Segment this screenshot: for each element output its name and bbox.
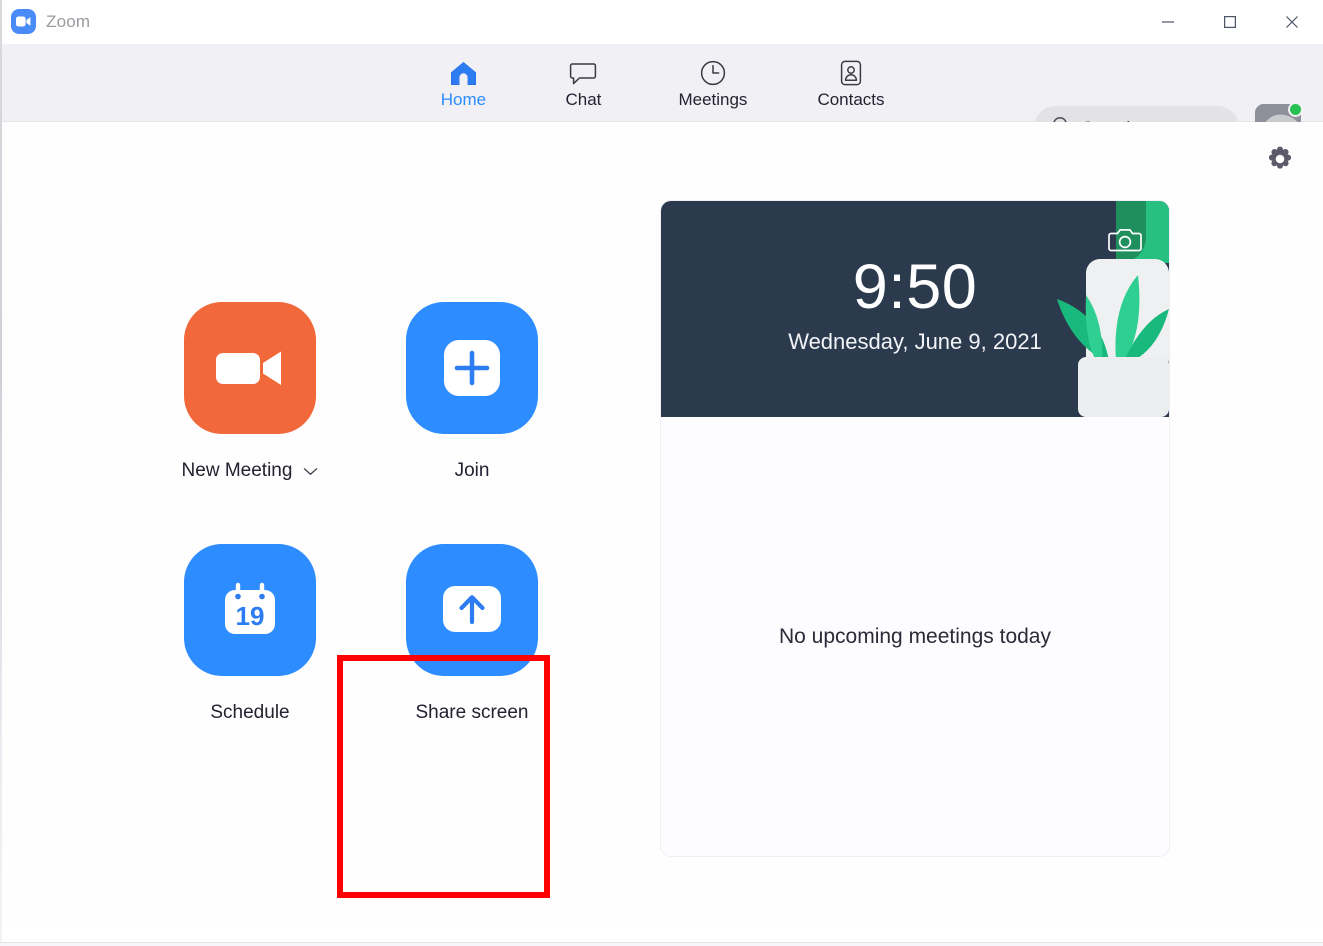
title-bar-left: Zoom <box>0 9 90 34</box>
window-controls <box>1137 0 1323 44</box>
schedule-label-row: Schedule <box>210 702 289 724</box>
chat-bubble-icon <box>569 57 597 87</box>
tab-home[interactable]: Home <box>428 53 498 114</box>
share-screen-button[interactable]: Share screen <box>361 542 583 784</box>
window-title: Zoom <box>46 11 91 31</box>
home-icon <box>449 57 478 87</box>
plus-square-icon <box>406 302 538 434</box>
tab-contacts-label: Contacts <box>817 89 885 109</box>
no-meetings-message: No upcoming meetings today <box>779 625 1051 648</box>
title-bar: Zoom <box>0 0 1323 44</box>
quick-actions-grid: New Meeting Join 19 Schedule Share scree… <box>139 300 583 784</box>
chevron-down-icon[interactable] <box>303 460 318 482</box>
video-camera-icon <box>184 302 316 434</box>
new-meeting-label-row: New Meeting <box>182 460 319 482</box>
tab-chat-label: Chat <box>565 89 602 109</box>
maximize-button[interactable] <box>1199 0 1261 44</box>
schedule-label: Schedule <box>210 702 290 723</box>
status-badge <box>1288 102 1303 117</box>
zoom-app-window: Zoom Home Chat Meetings Contacts New Mee… <box>0 0 1323 946</box>
join-button[interactable]: Join <box>361 300 583 542</box>
tab-meetings-label: Meetings <box>678 89 748 109</box>
calendar-19-icon: 19 <box>184 544 316 676</box>
window-left-edge <box>0 0 2 946</box>
tab-meetings[interactable]: Meetings <box>668 53 757 114</box>
new-meeting-label: New Meeting <box>181 460 293 481</box>
calendar-day-number: 19 <box>236 601 265 631</box>
tab-contacts[interactable]: Contacts <box>807 53 894 114</box>
tab-chat[interactable]: Chat <box>548 53 618 114</box>
camera-icon[interactable] <box>1108 225 1142 255</box>
contact-card-icon <box>838 57 864 87</box>
minimize-button[interactable] <box>1137 0 1199 44</box>
home-content-area: New Meeting Join 19 Schedule Share scree… <box>0 122 1323 922</box>
close-button[interactable] <box>1261 0 1323 44</box>
clock-time: 9:50 <box>852 252 978 322</box>
clock-card: 9:50 Wednesday, June 9, 2021 <box>661 201 1169 417</box>
clock-date: Wednesday, June 9, 2021 <box>788 329 1042 354</box>
main-navigation-bar: Home Chat Meetings Contacts <box>0 44 1323 150</box>
share-screen-label-row: Share screen <box>415 702 528 724</box>
join-label-row: Join <box>455 460 490 482</box>
up-arrow-square-icon <box>406 544 538 676</box>
tab-home-label: Home <box>440 89 487 109</box>
new-meeting-button[interactable]: New Meeting <box>139 300 361 542</box>
share-screen-label: Share screen <box>415 702 529 723</box>
schedule-button[interactable]: 19 Schedule <box>139 542 361 784</box>
join-label: Join <box>454 460 490 481</box>
taskbar-sliver <box>0 942 1323 946</box>
clock-icon <box>699 57 727 87</box>
gear-icon[interactable] <box>1261 140 1299 178</box>
zoom-video-logo-icon <box>11 9 36 34</box>
upcoming-meetings-panel: 9:50 Wednesday, June 9, 2021 No upcoming… <box>660 200 1170 857</box>
